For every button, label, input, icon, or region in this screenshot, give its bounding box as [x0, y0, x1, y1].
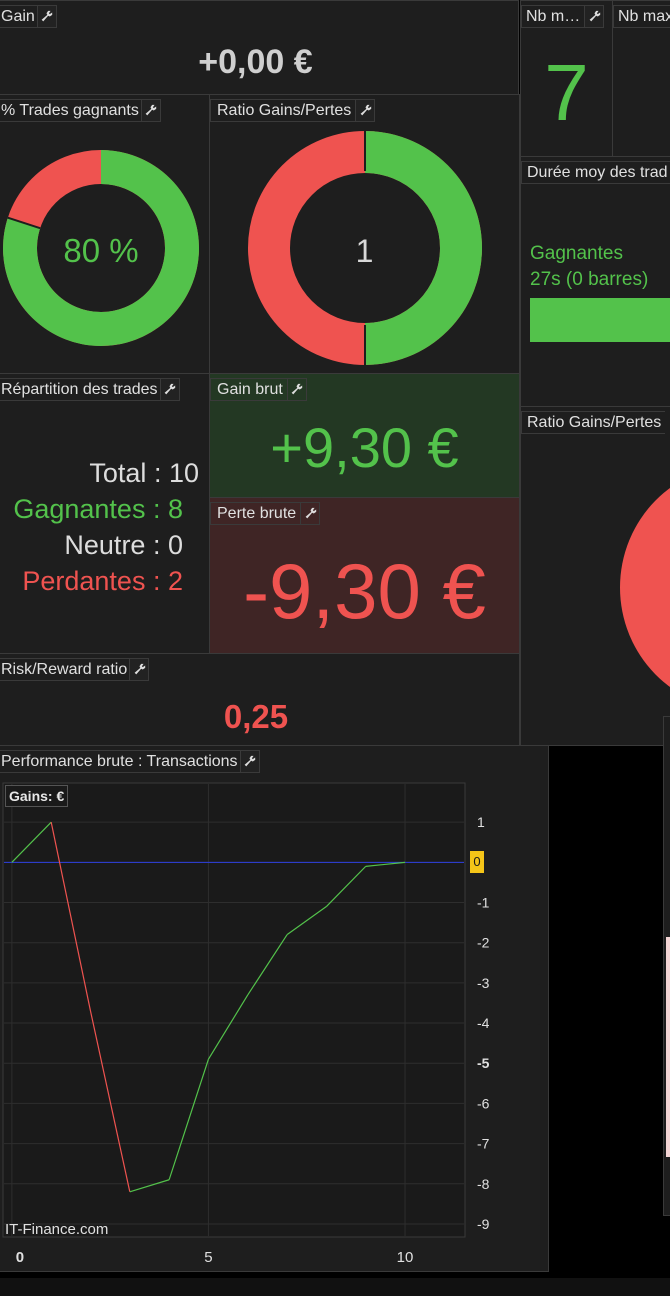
repartition-total-row: Total : 10: [89, 458, 199, 488]
risk-reward-title: Risk/Reward ratio: [0, 658, 150, 681]
settings-wrench-icon[interactable]: [584, 5, 605, 28]
gain-value: +0,00 €: [198, 43, 313, 81]
partial-side-widget-fill: [666, 937, 670, 1157]
nb-max-2-title-label: Nb max: [613, 5, 670, 28]
repartition-gagnantes-row: Gagnantes : 8: [13, 494, 183, 524]
partial-side-widget: [663, 716, 670, 1216]
nb-max-value: 7: [544, 48, 589, 137]
risk-reward-value: 0,25: [223, 698, 289, 735]
bottom-strip: [0, 1278, 670, 1296]
nb-max-title: Nb m…: [521, 5, 605, 28]
repartition-neutre-row: Neutre : 0: [64, 530, 183, 560]
x-tick-label: 5: [204, 1249, 212, 1266]
gain-brut-panel: Gain brut +9,30 €: [209, 373, 520, 498]
y-tick-label: -9: [477, 1216, 490, 1232]
nb-max-title-label: Nb m…: [521, 5, 585, 28]
ratio-gains-pertes-2-title-label: Ratio Gains/Pertes: [521, 411, 666, 434]
gain-title-label: Gain: [0, 5, 37, 28]
duree-bar: [530, 298, 670, 342]
repartition-gagnantes-value: 8: [167, 494, 183, 524]
repartition-title-label: Répartition des trades: [0, 378, 160, 401]
x-tick-label: 0: [16, 1249, 24, 1266]
perte-brute-title-label: Perte brute: [210, 502, 301, 525]
performance-panel: Performance brute : Transactions 1 -1 -2 -3…: [0, 745, 549, 1272]
chart-legend: Gains: €: [5, 785, 69, 807]
settings-wrench-icon[interactable]: [159, 378, 180, 401]
duree-value: 27s (0 barres): [530, 269, 649, 290]
risk-reward-panel: Risk/Reward ratio 0,25: [0, 653, 520, 746]
y-tick-label: 1: [477, 814, 485, 830]
gain-title: Gain: [0, 5, 57, 28]
settings-wrench-icon[interactable]: [36, 5, 57, 28]
gain-brut-title-label: Gain brut: [210, 378, 287, 401]
nb-max-2-panel: Nb max: [612, 0, 670, 157]
gain-brut-value: +9,30 €: [270, 416, 459, 479]
duree-label: Gagnantes: [530, 243, 623, 264]
repartition-neutre-value: 0: [167, 530, 183, 560]
gain-brut-title: Gain brut: [210, 378, 307, 401]
ratio-gains-pertes-value: 1: [355, 233, 374, 269]
duree-title: Durée moy des trad: [521, 161, 670, 184]
perte-brute-value: -9,30 €: [243, 547, 486, 635]
duree-title-label: Durée moy des trad: [521, 161, 670, 184]
chart-watermark: IT-Finance.com: [5, 1221, 109, 1238]
nb-max-2-title: Nb max: [613, 5, 670, 28]
repartition-title: Répartition des trades: [0, 378, 180, 401]
ratio-gains-pertes-2-panel: Ratio Gains/Pertes: [520, 406, 670, 746]
settings-wrench-icon[interactable]: [286, 378, 307, 401]
y-tick-label: -8: [477, 1176, 490, 1192]
gain-panel: Gain +0,00 €: [0, 0, 519, 95]
x-tick-label: 10: [397, 1249, 414, 1266]
y-tick-label: -6: [477, 1095, 490, 1111]
y-tick-label: -4: [477, 1015, 490, 1031]
y-tick-label: -7: [477, 1136, 490, 1152]
perte-brute-title: Perte brute: [210, 502, 321, 525]
ratio-pie: [620, 465, 670, 710]
repartition-perdantes-row: Perdantes : 2: [22, 566, 183, 596]
current-value-label: 0: [470, 851, 484, 874]
repartition-total-value: 10: [168, 458, 199, 488]
ratio-gains-pertes-2-title: Ratio Gains/Pertes: [521, 411, 666, 434]
chart-legend-label: Gains: €: [9, 788, 65, 804]
repartition-panel: Répartition des trades Total : 10 Gagnan…: [0, 373, 210, 654]
perte-brute-panel: Perte brute -9,30 €: [209, 497, 520, 654]
trades-gagnants-value: 80 %: [63, 232, 139, 269]
trades-gagnants-panel: % Trades gagnants 80 %: [0, 94, 210, 374]
y-tick-label: -5: [477, 1055, 490, 1071]
settings-wrench-icon[interactable]: [129, 658, 150, 681]
nb-max-panel: Nb m… 7: [520, 0, 613, 157]
repartition-gagnantes-label: Gagnantes: [13, 494, 146, 524]
repartition-neutre-label: Neutre: [64, 530, 146, 560]
repartition-perdantes-value: 2: [167, 566, 183, 596]
risk-reward-title-label: Risk/Reward ratio: [0, 658, 130, 681]
y-tick-label: -2: [477, 935, 490, 951]
duree-panel: Durée moy des trad Gagnantes 27s (0 barr…: [520, 156, 670, 408]
settings-wrench-icon[interactable]: [300, 502, 321, 525]
ratio-gains-pertes-panel: Ratio Gains/Pertes 1: [209, 94, 520, 374]
performance-chart[interactable]: 1 -1 -2 -3 -4 -5 -6 -7 -8 -9 0 5 10: [0, 746, 549, 1272]
repartition-perdantes-label: Perdantes: [22, 566, 146, 596]
repartition-total-label: Total: [89, 458, 147, 488]
y-tick-label: -3: [477, 975, 490, 991]
y-tick-label: -1: [477, 895, 490, 911]
